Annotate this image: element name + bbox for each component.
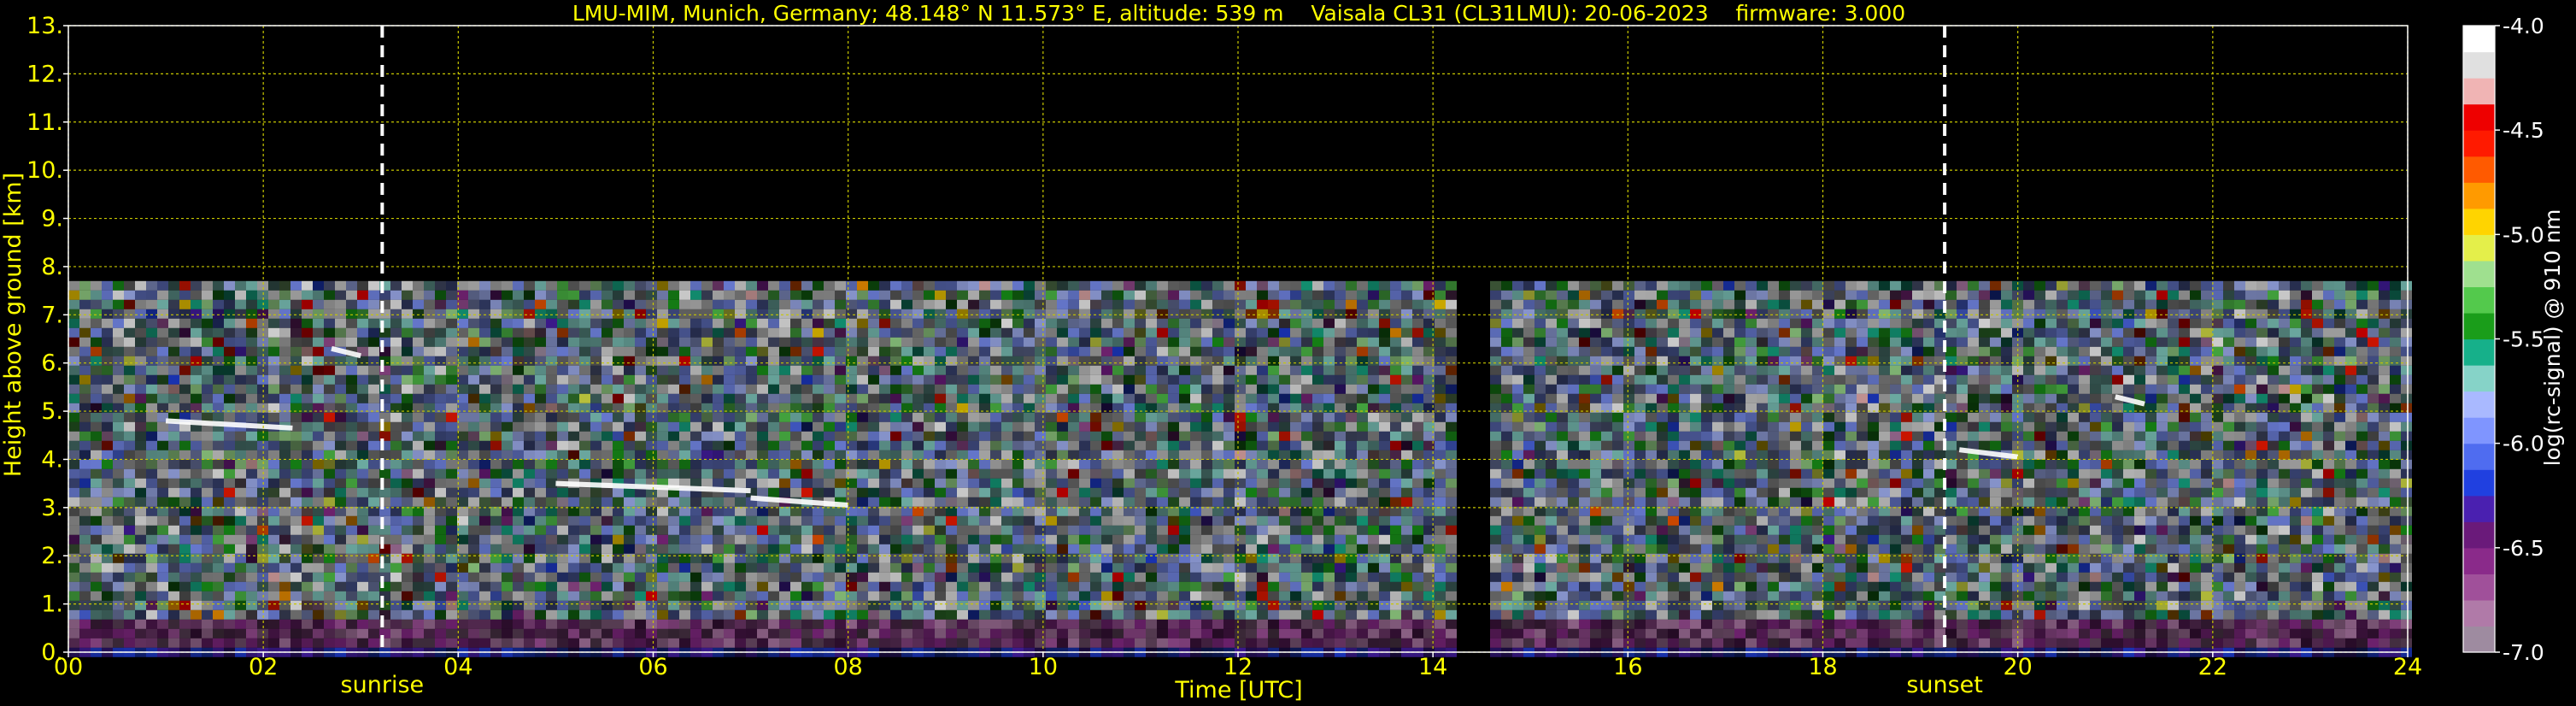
x-tick-label: 20 (2003, 654, 2032, 680)
colorbar-segment (2463, 495, 2495, 522)
colorbar-tick-label: -6.5 (2503, 536, 2544, 561)
y-tick-label: 6. (41, 350, 63, 377)
y-tick-label: 7. (41, 302, 63, 328)
colorbar-segment (2463, 599, 2495, 627)
y-tick-label: 8. (41, 254, 63, 280)
y-tick-label: 5. (41, 398, 63, 425)
colorbar-tick-label: -5.0 (2503, 222, 2544, 247)
event-label-sunrise: sunrise (341, 672, 425, 698)
colorbar-segment (2463, 574, 2495, 601)
x-tick-label: 16 (1613, 654, 1642, 680)
chart-title: LMU-MIM, Munich, Germany; 48.148° N 11.5… (572, 1, 1905, 26)
x-tick-label: 22 (2198, 654, 2227, 680)
colorbar-segment (2463, 391, 2495, 418)
colorbar-segment (2463, 365, 2495, 392)
colorbar-segment (2463, 547, 2495, 574)
colorbar-segment (2463, 26, 2495, 53)
y-tick-label: 9. (41, 206, 63, 232)
x-tick-label: 06 (638, 654, 667, 680)
colorbar-tick-label: -6.0 (2503, 432, 2544, 456)
colorbar-segment (2463, 182, 2495, 209)
x-tick-label: 04 (443, 654, 472, 680)
x-tick-label: 18 (1808, 654, 1837, 680)
colorbar-segment (2463, 51, 2495, 79)
data-gap (1467, 280, 1482, 652)
x-axis-label: Time [UTC] (1174, 677, 1302, 703)
colorbar-tick-label: -5.5 (2503, 327, 2544, 352)
y-tick-label: 13. (26, 13, 63, 39)
y-tick-label: 1. (41, 591, 63, 618)
colorbar-segment (2463, 443, 2495, 470)
ceilometer-chart: sunrise sunset 00 02 04 06 08 10 12 14 16 18 20 22 24… (0, 0, 2576, 706)
event-label-sunset: sunset (1906, 672, 1983, 698)
colorbar-label: log(rc-signal) @ 910 nm (2540, 209, 2565, 467)
colorbar-segment (2463, 469, 2495, 497)
y-tick-label: 4. (41, 446, 63, 473)
y-tick-label: 11. (26, 109, 63, 136)
colorbar-segment (2463, 156, 2495, 183)
colorbar-segment (2463, 626, 2495, 653)
colorbar-segment (2463, 312, 2495, 340)
colorbar-segment (2463, 130, 2495, 157)
colorbar-tick-label: -7.0 (2503, 640, 2544, 665)
colorbar-segment (2463, 103, 2495, 131)
colorbar-segment (2463, 208, 2495, 235)
y-tick-label: 12. (26, 61, 63, 87)
y-axis-label: Height above ground [km] (0, 173, 26, 477)
y-tick-label: 2. (41, 543, 63, 569)
colorbar-tick-label: -4.0 (2503, 14, 2544, 38)
y-tick-label: 3. (41, 495, 63, 521)
colorbar-segment (2463, 234, 2495, 262)
colorbar-segment (2463, 260, 2495, 288)
colorbar-segment (2463, 78, 2495, 105)
x-tick-label: 14 (1418, 654, 1447, 680)
colorbar-segment (2463, 521, 2495, 549)
colorbar-tick-label: -4.5 (2503, 118, 2544, 143)
x-tick-label: 08 (833, 654, 862, 680)
colorbar-segment (2463, 338, 2495, 366)
x-tick-label: 24 (2393, 654, 2422, 680)
colorbar-segment (2463, 286, 2495, 314)
y-tick-label: 10. (26, 157, 63, 184)
x-tick-label: 02 (249, 654, 278, 680)
colorbar-segment (2463, 417, 2495, 444)
y-tick-label: 0. (41, 639, 63, 666)
x-tick-label: 10 (1029, 654, 1058, 680)
backscatter-heatmap (68, 280, 2412, 657)
